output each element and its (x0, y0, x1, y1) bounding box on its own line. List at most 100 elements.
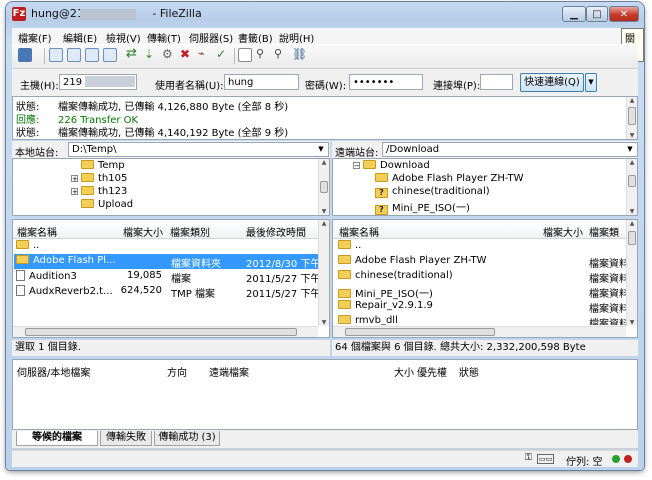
scroll-up-icon[interactable]: ▲ (319, 220, 329, 227)
tree-item[interactable]: − Download (353, 160, 430, 173)
column-direction[interactable]: 方向 (167, 364, 187, 379)
scroll-up-icon[interactable]: ▲ (627, 220, 637, 227)
host-input[interactable]: 219 (59, 74, 137, 90)
tree-item[interactable]: Adobe Flash Player ZH-TW (375, 173, 524, 186)
process-queue-icon[interactable]: ⇣ (144, 48, 158, 62)
site-manager-icon[interactable] (18, 48, 32, 62)
menu-file[interactable]: 檔案(F) (18, 30, 52, 45)
table-row[interactable]: Mini_PE_ISO(一) 檔案資料 (334, 284, 627, 300)
table-row[interactable]: AudxReverb2.t... 624,520 TMP 檔案 2011/5/2… (14, 284, 319, 300)
scroll-thumb[interactable] (25, 328, 297, 336)
remote-path-dropdown-icon[interactable]: ▼ (624, 144, 636, 155)
column-type[interactable]: 檔案類 (589, 224, 619, 239)
expand-icon[interactable]: + (71, 188, 78, 196)
column-size[interactable]: 大小 (394, 364, 414, 379)
tab-queued-files[interactable]: 等候的檔案 (16, 431, 98, 446)
column-type[interactable]: 檔案類別 (170, 224, 210, 239)
speed-limit-icon[interactable]: ▭▭ (537, 454, 555, 464)
tab-failed-transfers[interactable]: 傳輸失敗 (100, 431, 152, 446)
toggle-local-tree-icon[interactable] (67, 48, 81, 62)
remote-list-hscrollbar[interactable] (333, 326, 626, 337)
column-name[interactable]: 檔案名稱 (17, 224, 57, 239)
column-status[interactable]: 狀態 (459, 364, 479, 379)
scroll-thumb[interactable] (628, 107, 636, 125)
toggle-log-icon[interactable] (49, 48, 63, 62)
table-row[interactable]: .. (334, 239, 627, 254)
scroll-down-icon[interactable]: ▼ (627, 319, 637, 326)
local-tree-scrollbar[interactable]: ▲ ▼ (318, 159, 329, 215)
close-button[interactable]: ✕ (609, 6, 639, 22)
menu-bookmarks[interactable]: 書籤(B) (238, 30, 273, 45)
local-list-vscrollbar[interactable]: ▲ ▼ (318, 220, 329, 326)
expand-icon[interactable]: + (71, 175, 78, 183)
remote-list-vscrollbar[interactable]: ▲ ▼ (626, 220, 637, 326)
collapse-icon[interactable]: − (353, 162, 360, 170)
password-input[interactable]: ••••••• (349, 74, 423, 90)
table-row-selected[interactable]: Adobe Flash Pl... 檔案資料夾 2012/8/30 下午 1..… (14, 254, 319, 270)
scroll-up-icon[interactable]: ▲ (627, 159, 637, 166)
column-size[interactable]: 檔案大小 (123, 224, 163, 239)
column-name[interactable]: 檔案名稱 (339, 224, 379, 239)
tree-item[interactable]: ? Mini_PE_ISO(一) (375, 199, 470, 215)
tree-item[interactable]: + th105 (71, 173, 127, 186)
scroll-thumb[interactable] (628, 231, 636, 245)
scroll-down-icon[interactable]: ▼ (319, 208, 329, 215)
menu-view[interactable]: 檢視(V) (106, 30, 141, 45)
column-remote-file[interactable]: 遠端檔案 (209, 364, 249, 379)
title-bar[interactable]: Fz hung@219 - FileZilla ▁ □ ✕ (6, 2, 644, 26)
tree-item[interactable]: Temp (71, 160, 125, 173)
local-path-input[interactable]: D:\Temp\ ▼ (68, 142, 329, 157)
sync-browse-icon[interactable]: ⚲ (274, 48, 288, 62)
table-row[interactable]: chinese(traditional) 檔案資料 (334, 269, 627, 285)
toggle-queue-icon[interactable] (103, 48, 117, 62)
table-row[interactable]: Audition3 19,085 檔案 2011/5/27 下午 0... (14, 269, 319, 285)
minimize-button[interactable]: ▁ (562, 6, 586, 22)
scroll-down-icon[interactable]: ▼ (627, 132, 637, 139)
filter-icon[interactable]: ⚙ (162, 48, 176, 62)
username-input[interactable]: hung (224, 74, 299, 90)
tree-item[interactable]: + th123 (71, 186, 127, 199)
scroll-up-icon[interactable]: ▲ (627, 97, 637, 104)
refresh-icon[interactable]: ⇄ (126, 47, 140, 62)
toolbar-separator (44, 48, 45, 64)
scroll-thumb[interactable] (320, 181, 328, 193)
remote-tree-scrollbar[interactable]: ▲ ▼ (626, 159, 637, 215)
remote-file-list: 檔案名稱 檔案大小 檔案類 .. Adobe Flash Player ZH-T… (332, 219, 638, 338)
menu-help[interactable]: 說明(H) (279, 30, 314, 45)
menu-server[interactable]: 伺服器(S) (189, 30, 233, 45)
column-size[interactable]: 檔案大小 (543, 224, 583, 239)
scroll-down-icon[interactable]: ▼ (319, 319, 329, 326)
maximize-button[interactable]: □ (586, 6, 608, 22)
quickconnect-dropdown-icon[interactable]: ▼ (585, 73, 597, 92)
column-server-local-file[interactable]: 伺服器/本地檔案 (17, 364, 90, 379)
menu-transfer[interactable]: 傳輸(T) (147, 30, 181, 45)
tree-item[interactable]: Upload (71, 199, 133, 212)
disconnect-icon[interactable]: ⌁ (198, 48, 212, 62)
search-icon[interactable]: ⛓ (292, 48, 307, 62)
cancel-icon[interactable]: ✖ (180, 48, 194, 62)
remote-path-input[interactable]: /Download ▼ (382, 142, 638, 157)
scroll-thumb[interactable] (628, 175, 636, 187)
scroll-up-icon[interactable]: ▲ (319, 159, 329, 166)
compare-icon[interactable]: ⚲ (256, 48, 270, 62)
column-priority[interactable]: 優先權 (417, 364, 447, 379)
table-row[interactable]: Adobe Flash Player ZH-TW 檔案資料 (334, 254, 627, 270)
table-row[interactable]: .. (14, 239, 319, 254)
toggle-remote-tree-icon[interactable] (85, 48, 99, 62)
scroll-down-icon[interactable]: ▼ (627, 208, 637, 215)
table-row[interactable]: Repair_v2.9.1.9 檔案資料 (334, 299, 627, 315)
log-scrollbar[interactable]: ▲ ▼ (626, 97, 637, 139)
scroll-thumb[interactable] (345, 328, 495, 336)
filezilla-app-icon[interactable]: Fz (12, 7, 26, 21)
tree-item[interactable]: ? chinese(traditional) (375, 186, 490, 199)
tab-successful-transfers[interactable]: 傳輸成功 (3) (154, 431, 220, 446)
column-modified[interactable]: 最後修改時間 (246, 224, 306, 239)
table-row[interactable]: rmvb_dll 檔案資料 (334, 314, 627, 325)
local-path-dropdown-icon[interactable]: ▼ (315, 144, 327, 155)
menu-edit[interactable]: 編輯(E) (63, 30, 97, 45)
reconnect-icon[interactable]: ✓ (216, 48, 230, 62)
directory-listing-filter-icon[interactable] (238, 48, 252, 62)
quickconnect-button[interactable]: 快速連線(Q) (520, 73, 584, 92)
local-list-hscrollbar[interactable] (13, 326, 318, 337)
port-input[interactable] (480, 74, 513, 90)
